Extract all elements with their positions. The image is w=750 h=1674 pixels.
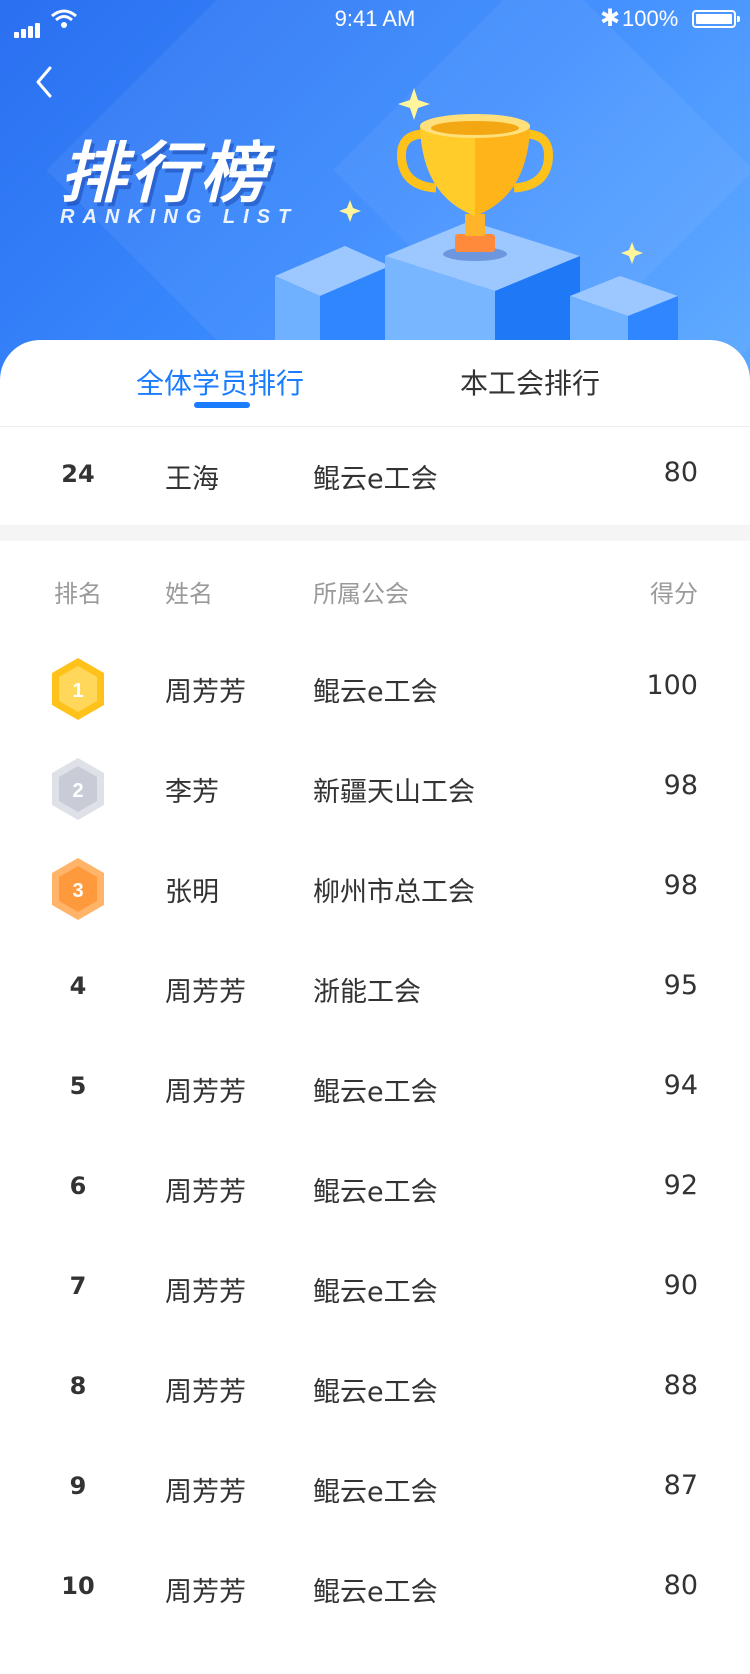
hero-banner: 9:41 AM ✱ 100% 排行榜 RANKING LIST [0,0,750,380]
row-rank: 4 [69,972,87,1000]
table-row[interactable]: 1 周芳芳 鲲云e工会 100 [0,640,750,740]
row-union: 浙能工会 [313,977,421,1008]
row-rank: 7 [69,1272,87,1300]
my-rank: 24 [61,460,95,488]
row-score: 88 [663,1370,698,1401]
table-row[interactable]: 10 周芳芳 鲲云e工会 80 [0,1540,750,1640]
column-name: 姓名 [165,580,213,608]
gold-medal-icon: 1 [52,658,104,720]
bluetooth-icon: ✱ [600,5,621,32]
row-name: 周芳芳 [165,1077,246,1108]
row-rank: 5 [69,1072,87,1100]
row-rank: 6 [69,1172,87,1200]
trophy-icon [396,114,554,261]
row-name: 李芳 [165,777,219,808]
row-union: 鲲云e工会 [313,1577,438,1608]
tab-own-union[interactable]: 本工会排行 [455,362,605,402]
row-union: 鲲云e工会 [313,677,438,708]
table-row[interactable]: 5 周芳芳 鲲云e工会 94 [0,1040,750,1140]
table-row[interactable]: 6 周芳芳 鲲云e工会 92 [0,1140,750,1240]
row-score: 98 [663,770,698,801]
page-subtitle: RANKING LIST [60,206,299,228]
row-union: 鲲云e工会 [313,1477,438,1508]
row-name: 周芳芳 [165,1277,246,1308]
table-row[interactable]: 8 周芳芳 鲲云e工会 88 [0,1340,750,1440]
row-score: 87 [663,1470,698,1501]
row-union: 鲲云e工会 [313,1277,438,1308]
row-name: 周芳芳 [165,677,246,708]
chevron-left-icon [36,66,52,98]
row-score: 100 [646,670,698,701]
my-union: 鲲云e工会 [313,464,438,495]
row-score: 80 [663,1570,698,1601]
tab-all-students[interactable]: 全体学员排行 [130,362,310,402]
row-name: 周芳芳 [165,1577,246,1608]
row-score: 98 [663,870,698,901]
row-name: 周芳芳 [165,1377,246,1408]
my-rank-row: 24 王海 鲲云e工会 80 [0,427,750,525]
my-score: 80 [663,457,698,488]
row-union: 柳州市总工会 [313,877,475,908]
bronze-medal-icon: 3 [52,858,104,920]
column-rank: 排名 [54,580,102,608]
row-name: 周芳芳 [165,1477,246,1508]
svg-text:1: 1 [72,680,83,702]
page-title: 排行榜 [60,135,270,212]
my-name: 王海 [165,464,219,495]
section-gap [0,525,750,541]
row-union: 鲲云e工会 [313,1077,438,1108]
svg-text:2: 2 [72,780,83,802]
tab-panel [0,340,750,430]
row-rank: 8 [69,1372,87,1400]
row-score: 94 [663,1070,698,1101]
status-bar: 9:41 AM ✱ 100% [0,0,750,40]
table-row[interactable]: 3 张明 柳州市总工会 98 [0,840,750,940]
battery-icon [692,10,740,28]
row-rank: 10 [61,1572,95,1600]
table-row[interactable]: 9 周芳芳 鲲云e工会 87 [0,1440,750,1540]
row-rank: 9 [69,1472,87,1500]
trophy-podium-illustration [275,88,678,346]
svg-text:3: 3 [72,880,83,902]
row-name: 周芳芳 [165,1177,246,1208]
column-union: 所属公会 [313,580,409,608]
row-score: 92 [663,1170,698,1201]
row-union: 新疆天山工会 [313,777,475,808]
row-union: 鲲云e工会 [313,1177,438,1208]
row-name: 周芳芳 [165,977,246,1008]
row-union: 鲲云e工会 [313,1377,438,1408]
column-score: 得分 [650,580,698,608]
table-row[interactable]: 4 周芳芳 浙能工会 95 [0,940,750,1040]
table-row[interactable]: 2 李芳 新疆天山工会 98 [0,740,750,840]
table-header: 排名 姓名 所属公会 得分 [0,560,750,620]
tab-indicator [194,402,250,408]
row-score: 90 [663,1270,698,1301]
table-row[interactable]: 7 周芳芳 鲲云e工会 90 [0,1240,750,1340]
back-button[interactable] [32,64,72,104]
row-name: 张明 [165,877,219,908]
battery-percentage: 100% [622,6,679,31]
silver-medal-icon: 2 [52,758,104,820]
row-score: 95 [663,970,698,1001]
